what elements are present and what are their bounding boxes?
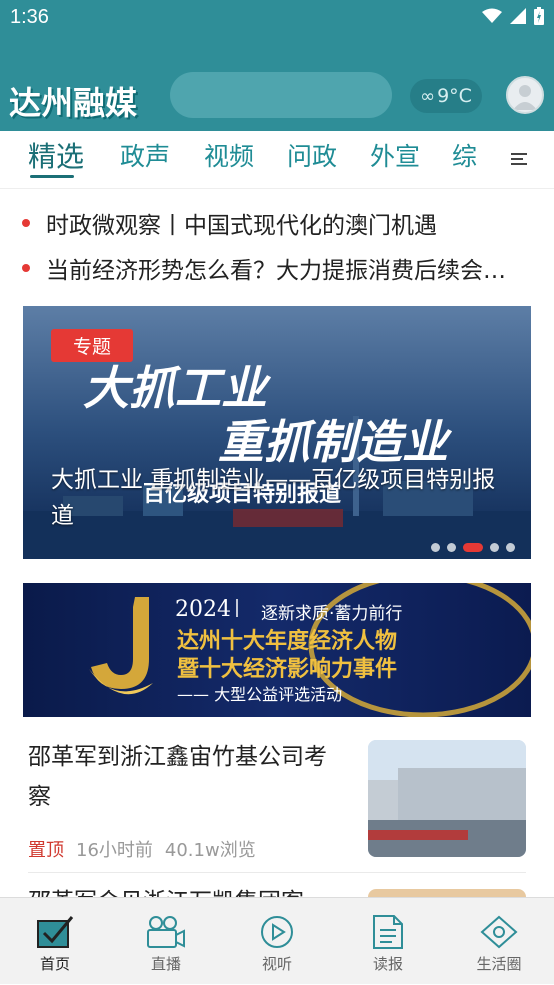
- news-thumbnail[interactable]: [368, 740, 526, 857]
- battery-icon: [534, 7, 544, 25]
- headline-text: 当前经济形势怎么看？大力提振消费后续会…: [46, 258, 506, 284]
- nav-label: 生活圈: [476, 955, 522, 973]
- ad-year: 2024: [175, 597, 231, 622]
- bullet-dot: [22, 219, 30, 227]
- wifi-icon: [482, 8, 502, 23]
- channel-menu-icon[interactable]: [511, 152, 529, 166]
- nav-label: 直播: [150, 955, 181, 973]
- news-title[interactable]: 邵革军到浙江鑫宙竹基公司考察: [28, 737, 338, 817]
- carousel-dot: [431, 543, 440, 552]
- bullet-dot: [22, 264, 30, 272]
- search-bar[interactable]: [170, 72, 392, 118]
- nav-media[interactable]: 视听: [222, 898, 332, 985]
- user-icon: [513, 85, 537, 110]
- headline-item[interactable]: 当前经济形势怎么看？大力提振消费后续会…: [22, 251, 534, 285]
- nav-home[interactable]: 首页: [0, 898, 110, 985]
- banner-art-line2: 重抓制造业: [218, 415, 453, 469]
- ad-tagline: —— 大型公益评选活动: [177, 685, 343, 704]
- app-logo: 达州融媒: [9, 84, 138, 122]
- tab-wenzheng[interactable]: 问政: [287, 137, 337, 173]
- nav-label: 视听: [261, 955, 292, 973]
- app-header: 1:36 达州融媒 ∞ 9°C: [0, 0, 554, 131]
- nav-life-circle[interactable]: 生活圈: [444, 898, 554, 985]
- user-avatar[interactable]: [506, 76, 544, 114]
- pinned-badge: 置顶: [28, 840, 64, 861]
- tab-waixuan[interactable]: 外宣: [370, 137, 420, 173]
- location-pin-icon: [480, 915, 518, 949]
- carousel-dot: [490, 543, 499, 552]
- tab-shipin[interactable]: 视频: [204, 137, 254, 173]
- carousel-indicator: [431, 543, 515, 552]
- headline-text: 时政微观察丨中国式现代化的澳门机遇: [46, 213, 437, 239]
- nav-label: 读报: [372, 955, 403, 973]
- banner-title: 大抓工业 重抓制造业——百亿级项目特别报道: [51, 467, 496, 529]
- list-divider: [28, 872, 526, 873]
- home-icon: [37, 916, 74, 948]
- topic-tag: 专题: [51, 329, 133, 362]
- ad-subtitle: 逐新求质·蓄力前行: [261, 604, 403, 624]
- carousel-dot: [506, 543, 515, 552]
- headline-item[interactable]: 时政微观察丨中国式现代化的澳门机遇: [22, 206, 534, 240]
- featured-banner[interactable]: 大抓工业 重抓制造业 百亿级项目特别报道 专题 大抓工业 重抓制造业——百亿级项…: [23, 306, 531, 559]
- nav-live[interactable]: 直播: [111, 898, 221, 985]
- banner-art-line1: 大抓工业: [83, 361, 272, 415]
- tab-jingxuan[interactable]: 精选: [28, 135, 84, 175]
- tab-zong[interactable]: 综: [452, 137, 477, 173]
- channel-tabs: 精选 政声 视频 问政 外宣 综: [0, 131, 554, 189]
- tab-zhengsheng[interactable]: 政声: [120, 137, 170, 173]
- status-time: 1:36: [10, 6, 49, 28]
- nav-label: 首页: [39, 955, 70, 973]
- news-views: 40.1w浏览: [164, 840, 256, 861]
- newspaper-icon: [373, 915, 403, 949]
- tab-active-indicator: [30, 175, 74, 178]
- carousel-dot: [447, 543, 456, 552]
- video-camera-icon: [147, 916, 185, 948]
- nav-newspaper[interactable]: 读报: [333, 898, 443, 985]
- news-time: 16小时前: [76, 840, 153, 861]
- news-thumbnail-image: [368, 740, 526, 857]
- bottom-navigation: 首页 直播 视听 读报 生活圈: [0, 897, 554, 984]
- weather-cloud-icon: ∞: [420, 85, 436, 107]
- weather-temperature: 9°C: [437, 85, 472, 107]
- event-ad-banner[interactable]: 2024 逐新求质·蓄力前行 达州十大年度经济人物 暨十大经济影响力事件 —— …: [23, 583, 531, 717]
- news-meta: 置顶 16小时前 40.1w浏览: [28, 836, 256, 862]
- play-circle-icon: [261, 916, 293, 948]
- carousel-dot-active: [463, 543, 483, 552]
- signal-icon: [510, 8, 526, 24]
- ad-headline-line2: 暨十大经济影响力事件: [177, 657, 398, 682]
- status-icons: [482, 7, 544, 25]
- weather-widget[interactable]: ∞ 9°C: [410, 79, 482, 113]
